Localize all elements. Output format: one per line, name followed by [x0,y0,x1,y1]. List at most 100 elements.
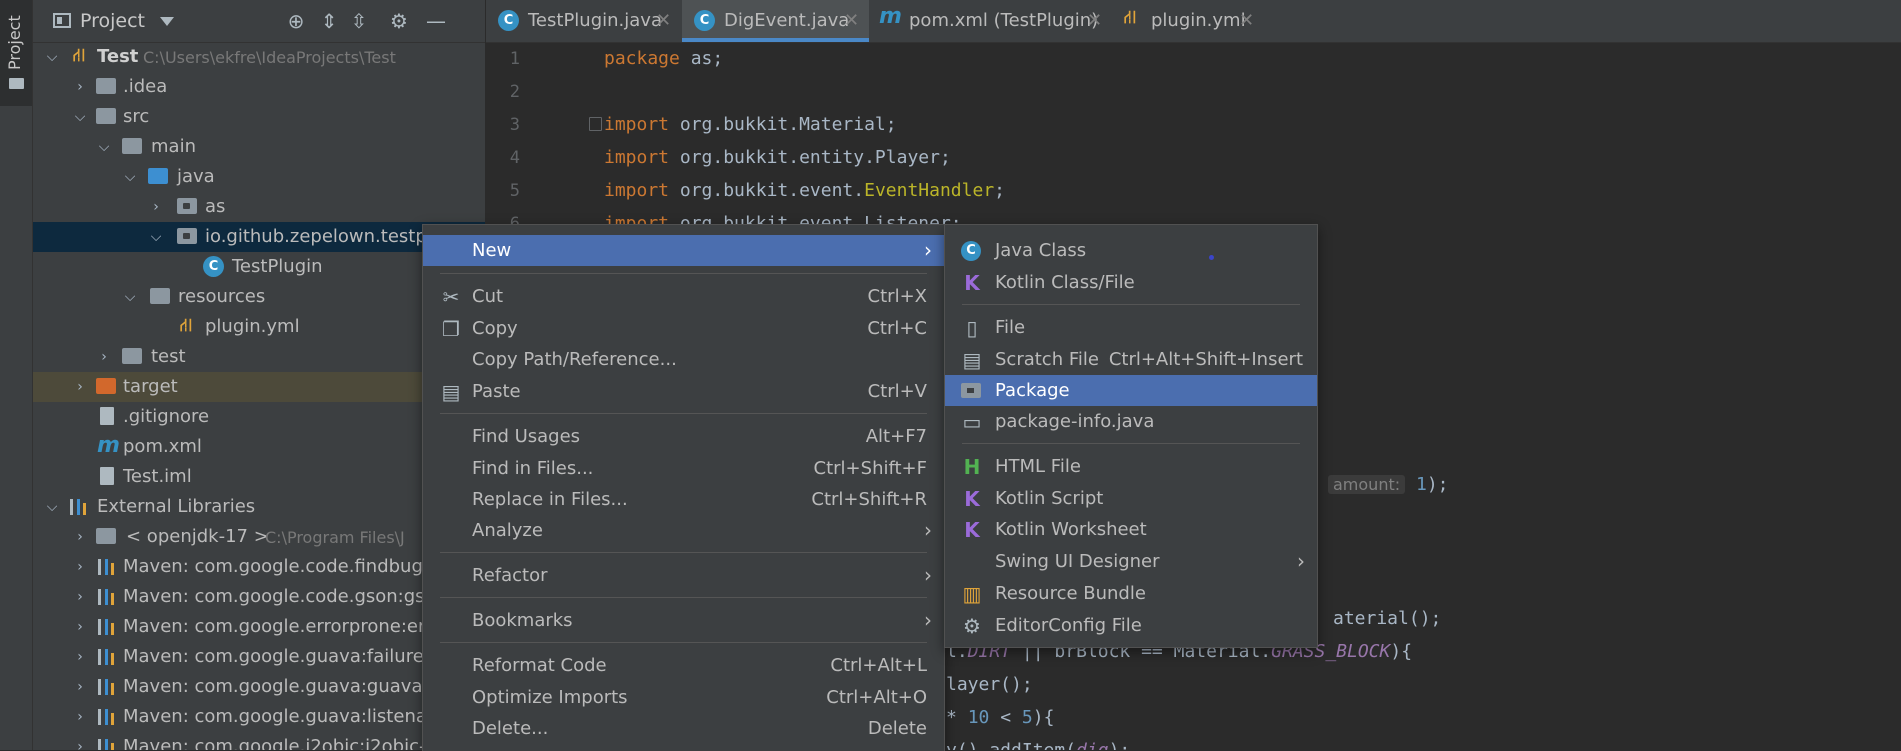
tree-item-resources[interactable]: ⌵ resources [33,282,485,312]
menu-item-shortcut: Ctrl+X [867,286,927,307]
menu-item-package[interactable]: Package [945,375,1317,406]
folder-icon [122,348,142,364]
menu-item-reformat-code[interactable]: Reformat Code Ctrl+Alt+L [423,650,944,681]
menu-item-editorconfig[interactable]: ⚙ EditorConfig File [945,610,1317,641]
menu-item-copy[interactable]: ❐ Copy Ctrl+C [423,313,944,344]
menu-item-java-class[interactable]: C Java Class [945,235,1317,266]
tree-item-library[interactable]: › Maven: com.google.code.gson:gson:2 [33,582,485,612]
menu-item-scratch-file[interactable]: ▤ Scratch File Ctrl+Alt+Shift+Insert [945,344,1317,375]
chevron-right-icon[interactable]: › [71,648,89,666]
tree-item-library[interactable]: › Maven: com.google.errorprone:error_pro… [33,612,485,642]
project-tool-tab[interactable]: Project [0,0,32,106]
chevron-right-icon[interactable]: › [71,558,89,576]
tree-item-gitignore[interactable]: .gitignore [33,402,485,432]
code-line: import org.bukkit.Material; [604,114,897,135]
close-icon[interactable]: ✕ [1087,10,1102,31]
expand-all-icon[interactable]: ⇕ [316,8,342,34]
code-text: ){ [1390,641,1413,662]
library-icon [98,559,119,575]
menu-item-replace-in-files[interactable]: Replace in Files... Ctrl+Shift+R [423,484,944,515]
menu-item-package-info[interactable]: ▭ package-info.java [945,406,1317,437]
menu-item-resource-bundle[interactable]: ▥ Resource Bundle [945,578,1317,609]
chevron-right-icon[interactable]: › [95,348,113,366]
chevron-right-icon[interactable]: › [71,618,89,636]
close-icon[interactable]: ✕ [656,10,671,31]
tree-item-idea[interactable]: › .idea [33,72,485,102]
menu-item-delete[interactable]: Delete... Delete [423,713,944,744]
chevron-right-icon[interactable]: › [71,588,89,606]
tab-label: plugin.yml [1151,10,1246,31]
chevron-down-icon[interactable]: ⌵ [95,138,113,156]
close-icon[interactable]: ✕ [1239,10,1254,31]
chevron-down-icon[interactable]: ⌵ [43,498,61,516]
tree-item-library[interactable]: › Maven: com.google.j2objc:j2objc-annota… [33,732,485,750]
chevron-right-icon[interactable]: › [71,738,89,750]
tree-item-library[interactable]: › Maven: com.google.guava:failureaccess [33,642,485,672]
chevron-down-icon[interactable] [160,17,174,26]
menu-item-copy-path[interactable]: Copy Path/Reference... [423,344,944,375]
tab-digevent[interactable]: C DigEvent.java ✕ [682,0,869,42]
menu-item-paste[interactable]: ▤ Paste Ctrl+V [423,376,944,407]
tree-item-library[interactable]: › Maven: com.google.code.findbugs:jsr305 [33,552,485,582]
chevron-right-icon[interactable]: › [147,198,165,216]
close-icon[interactable]: ✕ [844,10,859,31]
tree-item-pom[interactable]: m pom.xml [33,432,485,462]
project-panel-title[interactable]: Project [80,10,145,32]
menu-item-shortcut: Ctrl+C [867,318,927,339]
tab-testplugin[interactable]: C TestPlugin.java ✕ [486,0,682,42]
chevron-right-icon[interactable]: › [71,378,89,396]
tree-item-src[interactable]: ⌵ src [33,102,485,132]
tree-item-testplugin[interactable]: C TestPlugin [33,252,485,282]
tree-item-java[interactable]: ⌵ java [33,162,485,192]
menu-item-analyze[interactable]: Analyze › [423,515,944,546]
menu-item-kotlin-worksheet[interactable]: K Kotlin Worksheet [945,514,1317,545]
chevron-right-icon[interactable]: › [71,708,89,726]
tree-item-jdk[interactable]: › < openjdk-17 > C:\Program Files\J [33,522,485,552]
yaml-icon: ⛙ [1123,7,1137,28]
chevron-right-icon[interactable]: › [71,528,89,546]
menu-item-swing-ui-designer[interactable]: Swing UI Designer › [945,546,1317,577]
tab-pom[interactable]: m pom.xml (TestPlugin) ✕ [869,0,1111,42]
menu-item-label: Copy Path/Reference... [472,349,677,370]
menu-item-find-in-files[interactable]: Find in Files... Ctrl+Shift+F [423,453,944,484]
tree-item-test[interactable]: › test [33,342,485,372]
tree-item-external-libraries[interactable]: ⌵ External Libraries [33,492,485,522]
folder-icon [96,78,116,94]
menu-item-cut[interactable]: ✂ Cut Ctrl+X [423,281,944,312]
tree-item-plugin-yml[interactable]: ⛙ plugin.yml [33,312,485,342]
tree-item-target[interactable]: › target [33,372,485,402]
hide-icon[interactable]: — [423,8,449,34]
menu-item-find-usages[interactable]: Find Usages Alt+F7 [423,421,944,452]
tree-item-iml[interactable]: Test.iml [33,462,485,492]
fold-icon[interactable] [589,117,602,131]
menu-item-optimize-imports[interactable]: Optimize Imports Ctrl+Alt+O [423,682,944,713]
chevron-down-icon[interactable]: ⌵ [71,108,89,126]
tree-item-label: src [123,106,150,127]
collapse-all-icon[interactable]: ⇳ [346,8,372,34]
menu-item-bookmarks[interactable]: Bookmarks › [423,605,944,636]
menu-item-kotlin-class[interactable]: K Kotlin Class/File [945,267,1317,298]
tree-item-library[interactable]: › Maven: com.google.guava:guava:31.0 [33,672,485,702]
tree-item-as[interactable]: › as [33,192,485,222]
menu-item-kotlin-script[interactable]: K Kotlin Script [945,483,1317,514]
menu-item-file[interactable]: ▯ File [945,312,1317,343]
menu-item-refactor[interactable]: Refactor › [423,560,944,591]
chevron-down-icon[interactable]: ⌵ [43,48,61,66]
tree-item-package-selected[interactable]: ⌵ io.github.zepelown.testplugin [33,222,485,252]
gear-icon[interactable]: ⚙ [386,8,412,34]
tree-item-project-root[interactable]: ⌵ ⛙ Test C:\Users\ekfre\IdeaProjects\Tes… [33,42,485,72]
tree-item-library[interactable]: › Maven: com.google.guava:listenablefutu… [33,702,485,732]
chevron-down-icon[interactable]: ⌵ [121,168,139,186]
menu-item-label: Package [995,380,1070,401]
tree-item-label: test [151,346,186,367]
locate-icon[interactable]: ⊕ [283,8,309,34]
chevron-down-icon[interactable]: ⌵ [121,288,139,306]
chevron-right-icon[interactable]: › [71,678,89,696]
keyword: package [604,48,680,69]
chevron-down-icon[interactable]: ⌵ [147,228,165,246]
tree-item-main[interactable]: ⌵ main [33,132,485,162]
menu-item-new[interactable]: New › [423,235,944,266]
tab-plugin-yml[interactable]: ⛙ plugin.yml ✕ [1111,0,1261,42]
chevron-right-icon[interactable]: › [71,78,89,96]
menu-item-html-file[interactable]: H HTML File [945,451,1317,482]
